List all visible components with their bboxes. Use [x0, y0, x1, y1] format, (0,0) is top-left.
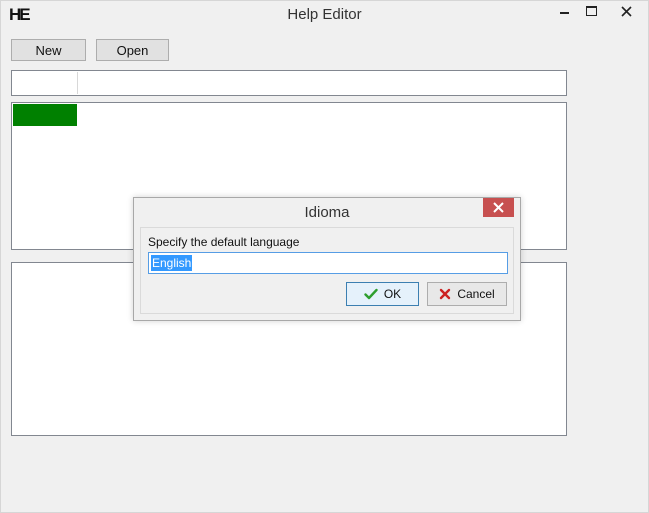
- language-input-value: English: [151, 255, 193, 271]
- tree-item-selected[interactable]: [13, 104, 77, 126]
- ok-label: OK: [383, 287, 402, 301]
- checkmark-icon: [364, 288, 378, 300]
- x-icon: [440, 288, 451, 300]
- path-bar[interactable]: [11, 70, 567, 96]
- language-prompt-label: Specify the default language: [148, 235, 300, 249]
- path-field[interactable]: [13, 72, 78, 94]
- close-icon: [620, 5, 632, 17]
- ok-button[interactable]: OK: [346, 282, 419, 306]
- cancel-button[interactable]: Cancel: [427, 282, 507, 306]
- close-icon: [493, 202, 504, 213]
- dialog-title: Idioma: [304, 204, 350, 221]
- cancel-label: Cancel: [457, 287, 495, 301]
- open-button[interactable]: Open: [96, 39, 169, 61]
- title-bar[interactable]: HE Help Editor: [1, 1, 648, 29]
- minimize-icon: [559, 11, 569, 14]
- dialog-close-button[interactable]: [483, 198, 514, 217]
- language-input[interactable]: English: [148, 252, 508, 274]
- dialog-body: Specify the default language English OK …: [140, 227, 514, 314]
- new-button[interactable]: New: [11, 39, 86, 61]
- maximize-icon: [585, 6, 597, 16]
- language-dialog: Idioma Specify the default language Engl…: [133, 197, 521, 321]
- minimize-button[interactable]: [551, 1, 577, 21]
- help-editor-window: HE Help Editor New Open Idioma Specify t…: [0, 0, 649, 513]
- close-button[interactable]: [604, 1, 648, 21]
- maximize-button[interactable]: [578, 1, 604, 21]
